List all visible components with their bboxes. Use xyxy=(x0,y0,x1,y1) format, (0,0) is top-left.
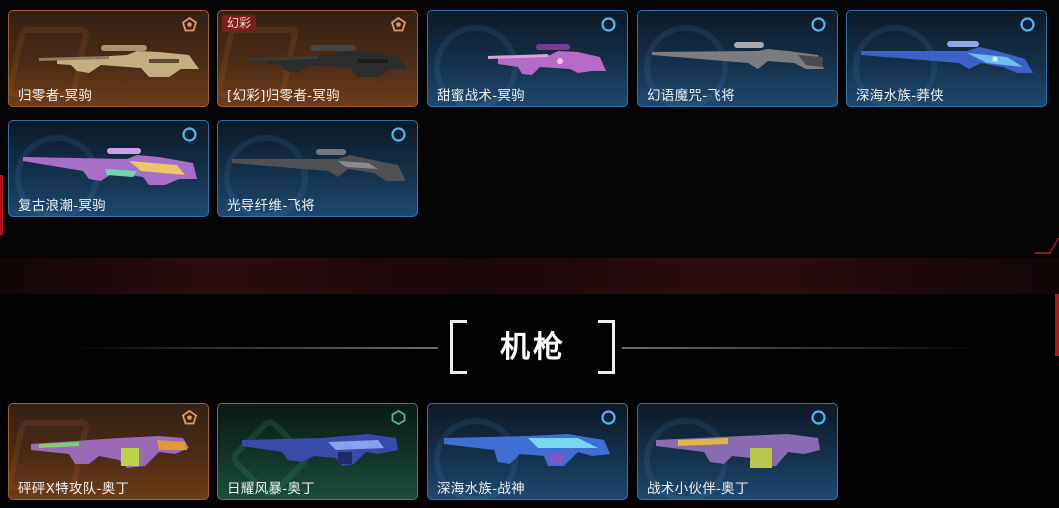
prismatic-badge: 幻彩 xyxy=(222,15,257,32)
heading-divider-right xyxy=(622,347,982,349)
section-divider-band xyxy=(0,258,1059,295)
circle-tier-icon xyxy=(601,410,616,425)
circle-tier-icon xyxy=(601,17,616,32)
section-title: 机枪 xyxy=(500,330,566,365)
pentagon-tier-icon xyxy=(391,17,406,32)
skin-card[interactable]: 幻语魔咒-飞将 xyxy=(637,10,838,107)
skin-name: 幻语魔咒-飞将 xyxy=(647,88,735,104)
skin-name: 砰砰X特攻队-奥丁 xyxy=(18,481,130,497)
skin-card[interactable]: 战术小伙伴-奥丁 xyxy=(637,403,838,500)
skin-name: 甜蜜战术-冥驹 xyxy=(437,88,525,104)
skin-card[interactable]: 复古浪潮-冥驹 xyxy=(8,120,209,217)
circle-tier-icon xyxy=(182,127,197,142)
circle-tier-icon xyxy=(1020,17,1035,32)
heading-bracket-right xyxy=(596,320,615,374)
skin-name: 归零者-冥驹 xyxy=(18,88,93,104)
skin-card[interactable]: 幻彩 [幻彩]归零者-冥驹 xyxy=(217,10,418,107)
pentagon-tier-icon xyxy=(182,410,197,425)
skin-card[interactable]: 光导纤维-飞将 xyxy=(217,120,418,217)
skin-card[interactable]: 日耀风暴-奥丁 xyxy=(217,403,418,500)
circle-tier-icon xyxy=(811,17,826,32)
skin-card[interactable]: 归零者-冥驹 xyxy=(8,10,209,107)
skin-name: 日耀风暴-奥丁 xyxy=(227,481,315,497)
heading-divider-left xyxy=(70,347,438,349)
skin-name: 战术小伙伴-奥丁 xyxy=(647,481,749,497)
skin-card[interactable]: 深海水族-战神 xyxy=(427,403,628,500)
circle-tier-icon xyxy=(391,127,406,142)
skin-card[interactable]: 深海水族-莽侠 xyxy=(846,10,1047,107)
skin-name: [幻彩]归零者-冥驹 xyxy=(227,88,340,104)
skin-name: 深海水族-莽侠 xyxy=(856,88,944,104)
skin-card[interactable]: 砰砰X特攻队-奥丁 xyxy=(8,403,209,500)
skin-name: 复古浪潮-冥驹 xyxy=(18,198,106,214)
skin-name: 深海水族-战神 xyxy=(437,481,525,497)
hexagon-tier-icon xyxy=(391,410,406,425)
section-heading: 机枪 xyxy=(0,318,1059,378)
circle-tier-icon xyxy=(811,410,826,425)
skin-card[interactable]: 甜蜜战术-冥驹 xyxy=(427,10,628,107)
skin-name: 光导纤维-飞将 xyxy=(227,198,315,214)
pentagon-tier-icon xyxy=(182,17,197,32)
heading-bracket-left xyxy=(450,320,469,374)
